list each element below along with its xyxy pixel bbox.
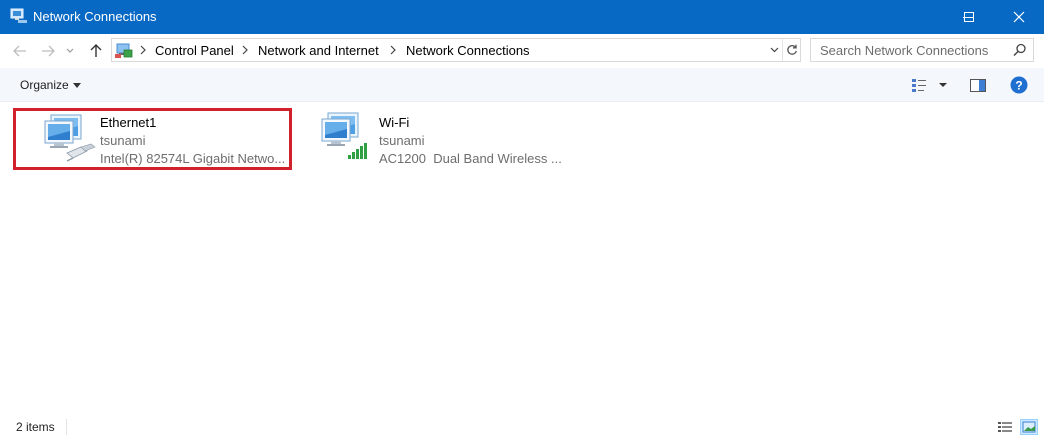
caret-down-icon xyxy=(72,83,81,89)
wifi-adapter-icon xyxy=(321,112,367,159)
refresh-icon xyxy=(787,44,797,55)
organize-menu[interactable]: Organize xyxy=(20,78,81,92)
ethernet-adapter-icon xyxy=(44,114,96,162)
change-view-button[interactable] xyxy=(910,76,950,94)
command-bar: Organize ? xyxy=(0,68,1044,102)
up-button[interactable] xyxy=(86,42,106,60)
connection-name: Ethernet1 xyxy=(100,115,157,130)
help-icon: ? xyxy=(1010,76,1028,94)
network-connections-app-icon xyxy=(10,8,27,23)
connection-item-ethernet1[interactable]: Ethernet1 tsunami Intel(R) 82574L Gigabi… xyxy=(13,108,292,170)
arrow-left-icon xyxy=(13,45,26,57)
item-count: 2 items xyxy=(16,420,55,434)
title-bar: Network Connections xyxy=(0,0,1044,34)
connection-network: tsunami xyxy=(379,133,425,148)
maximize-button[interactable] xyxy=(946,0,992,34)
connection-item-wifi[interactable]: Wi-Fi tsunami AC1200 Dual Band Wireless … xyxy=(316,111,576,171)
status-bar: 2 items xyxy=(0,416,1044,438)
breadcrumb-separator-icon xyxy=(140,45,146,55)
large-icons-view-icon xyxy=(1022,421,1036,433)
search-box xyxy=(810,38,1034,62)
breadcrumb-control-panel[interactable]: Control Panel xyxy=(155,43,234,58)
breadcrumb-network-connections[interactable]: Network Connections xyxy=(406,43,530,58)
search-input[interactable] xyxy=(811,39,1010,61)
control-panel-icon xyxy=(115,43,133,58)
help-button[interactable]: ? xyxy=(1009,76,1029,94)
large-icons-view-button[interactable] xyxy=(1020,419,1038,435)
breadcrumb-separator-icon[interactable] xyxy=(241,44,249,56)
chevron-down-icon xyxy=(770,47,778,53)
connection-device: AC1200 Dual Band Wireless ... xyxy=(379,151,562,166)
preview-pane-icon xyxy=(970,78,986,92)
preview-pane-button[interactable] xyxy=(968,76,988,94)
address-history-button[interactable] xyxy=(766,39,782,61)
connection-network: tsunami xyxy=(100,133,146,148)
view-options-icon xyxy=(912,79,926,92)
status-divider xyxy=(66,419,67,435)
connection-name: Wi-Fi xyxy=(379,115,410,130)
organize-label: Organize xyxy=(20,78,69,92)
chevron-down-icon xyxy=(66,48,74,53)
details-view-button[interactable] xyxy=(996,419,1014,435)
forward-button[interactable] xyxy=(38,42,58,60)
chevron-down-icon xyxy=(939,83,947,87)
recent-locations-button[interactable] xyxy=(64,42,76,60)
breadcrumb-network-and-internet[interactable]: Network and Internet xyxy=(258,43,379,58)
search-icon[interactable] xyxy=(1013,43,1027,57)
navigation-bar: Control Panel Network and Internet Netwo… xyxy=(0,34,1044,68)
details-view-icon xyxy=(998,422,1012,432)
svg-text:?: ? xyxy=(1015,79,1022,93)
arrow-right-icon xyxy=(42,45,55,57)
breadcrumb-separator-icon[interactable] xyxy=(389,44,397,56)
close-button[interactable] xyxy=(996,0,1042,34)
back-button[interactable] xyxy=(10,42,30,60)
connection-device: Intel(R) 82574L Gigabit Netwo... xyxy=(100,151,286,166)
address-bar[interactable]: Control Panel Network and Internet Netwo… xyxy=(111,38,801,62)
refresh-button[interactable] xyxy=(782,39,801,61)
maximize-icon xyxy=(964,12,974,22)
arrow-up-icon xyxy=(90,44,102,57)
window-title: Network Connections xyxy=(33,9,157,24)
close-icon xyxy=(1013,11,1025,23)
